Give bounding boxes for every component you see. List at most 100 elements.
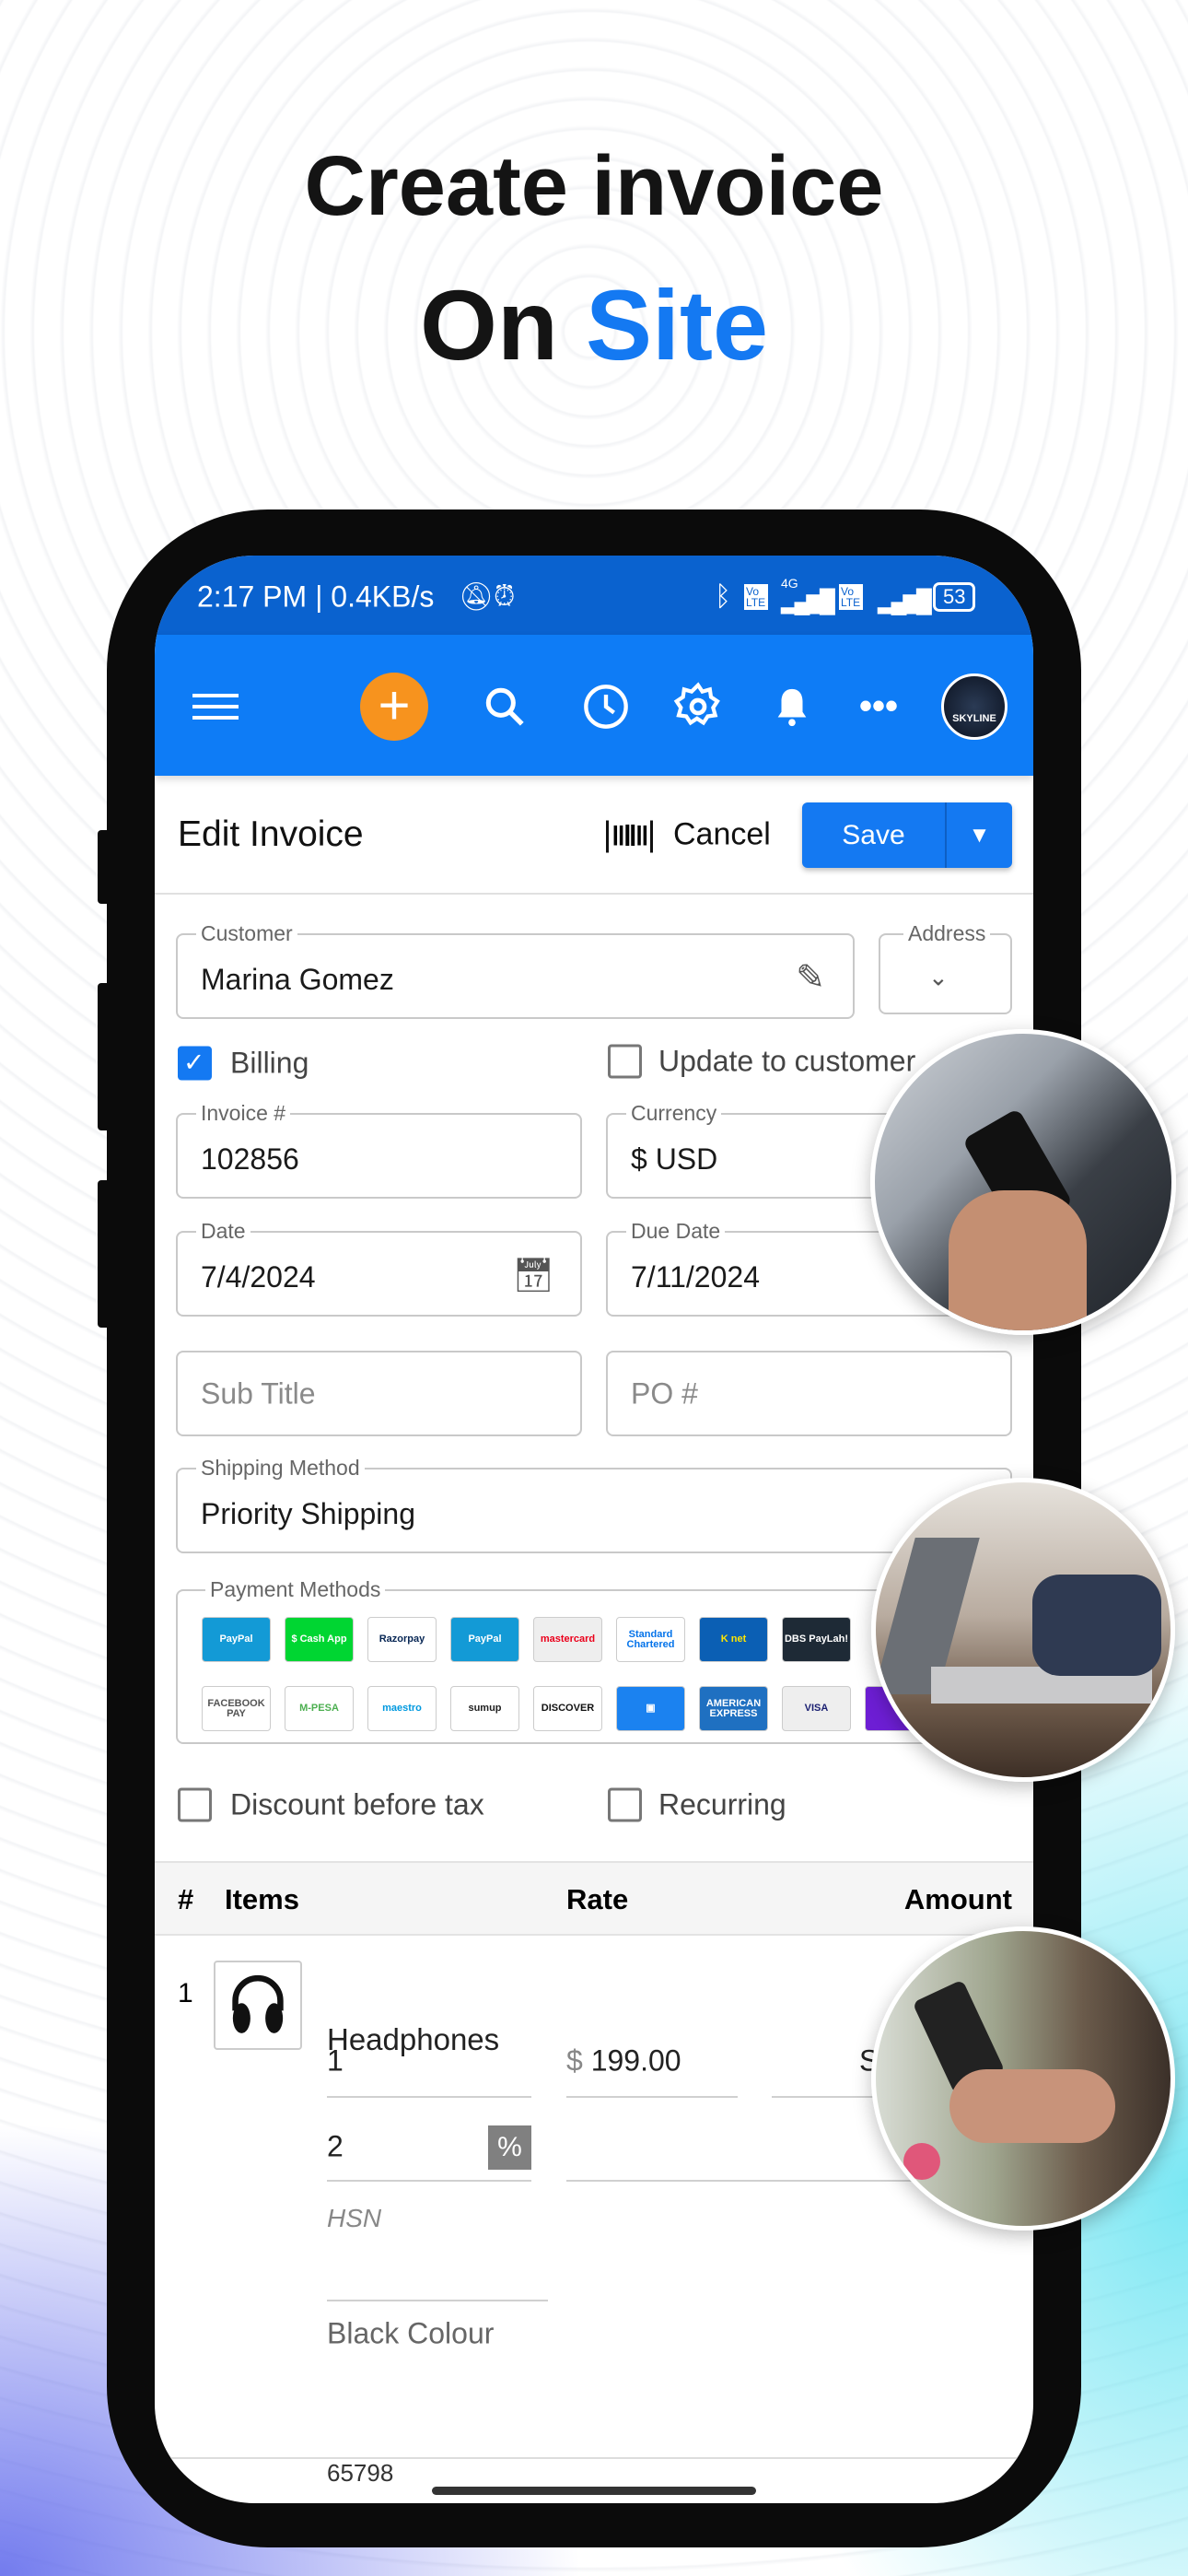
field-label: Shipping Method bbox=[196, 1456, 365, 1481]
bell-icon[interactable] bbox=[771, 683, 813, 731]
field-value: 102856 bbox=[201, 1142, 299, 1176]
field-label: Date bbox=[196, 1219, 250, 1244]
search-icon[interactable] bbox=[482, 684, 528, 730]
headline-site: Site bbox=[585, 269, 769, 381]
billing-checkbox[interactable]: ✓ bbox=[178, 1046, 212, 1081]
app-bar: + ••• SKYLINE bbox=[155, 635, 1033, 776]
items-table-header: # Items Rate Amount bbox=[155, 1861, 1033, 1936]
payment-method-logo[interactable]: Razorpay bbox=[367, 1617, 437, 1662]
signal-icon: ▂▄▆█ bbox=[878, 589, 932, 615]
payment-method-logo[interactable]: DISCOVER bbox=[533, 1686, 602, 1731]
address-field[interactable]: Address ⌄ bbox=[879, 921, 1012, 1014]
column-header: # bbox=[178, 1883, 194, 1915]
headline-subtitle: On Site bbox=[0, 267, 1188, 382]
field-value: 7/11/2024 bbox=[631, 1259, 760, 1294]
flower-in-photo bbox=[903, 2143, 940, 2180]
menu-icon[interactable] bbox=[192, 686, 239, 727]
payment-method-logo[interactable]: M-PESA bbox=[285, 1686, 354, 1731]
payment-method-logo[interactable]: FACEBOOK PAY bbox=[202, 1686, 271, 1731]
po-number-field[interactable]: PO # bbox=[606, 1351, 1012, 1436]
barcode-icon[interactable]: ‖Ⅱ‖ bbox=[606, 820, 653, 853]
payment-method-logo[interactable]: mastercard bbox=[533, 1617, 602, 1662]
rate-input[interactable]: $ 199.00 bbox=[566, 2044, 681, 2078]
headphones-icon bbox=[232, 1974, 284, 2033]
payment-method-logo[interactable]: PayPal bbox=[202, 1617, 271, 1662]
field-value: 7/4/2024 bbox=[201, 1259, 316, 1294]
divider bbox=[155, 2457, 1033, 2459]
photo-person-with-phone-flowers bbox=[871, 1926, 1175, 2231]
field-placeholder: Sub Title bbox=[201, 1376, 316, 1410]
payment-method-logo[interactable]: maestro bbox=[367, 1686, 437, 1731]
bluetooth-icon: ᛒ bbox=[715, 581, 731, 612]
discount-before-tax-checkbox[interactable] bbox=[178, 1787, 212, 1822]
underline bbox=[566, 2096, 738, 2098]
payment-method-logo[interactable]: PayPal bbox=[450, 1617, 519, 1662]
quantity-input[interactable]: 1 bbox=[327, 2044, 344, 2078]
photo-person-using-laptop bbox=[871, 1478, 1175, 1782]
payment-method-logo[interactable]: AMERICAN EXPRESS bbox=[699, 1686, 768, 1731]
divider bbox=[155, 893, 1033, 895]
recurring-label: Recurring bbox=[658, 1787, 786, 1821]
shipping-method-field[interactable]: Shipping Method Priority Shipping bbox=[176, 1456, 1012, 1553]
payment-method-logo[interactable]: Standard Chartered bbox=[616, 1617, 685, 1662]
field-label: Currency bbox=[626, 1101, 722, 1126]
payment-method-logo[interactable]: VISA bbox=[782, 1686, 851, 1731]
item-description[interactable]: Black Colour bbox=[327, 2317, 494, 2351]
add-icon[interactable]: + bbox=[360, 673, 428, 741]
field-label: Due Date bbox=[626, 1219, 726, 1244]
item-name[interactable]: Headphones bbox=[327, 2022, 499, 2057]
column-header: Items bbox=[225, 1883, 299, 1915]
currency-symbol: $ bbox=[566, 2043, 583, 2078]
discount-input[interactable]: 2 bbox=[327, 2130, 344, 2164]
discount-unit-toggle[interactable]: % bbox=[488, 2125, 531, 2170]
cancel-button[interactable]: Cancel bbox=[673, 817, 771, 853]
underline bbox=[327, 2300, 548, 2301]
update-customer-checkbox[interactable] bbox=[608, 1044, 642, 1079]
item-image[interactable] bbox=[214, 1961, 302, 2050]
field-value: $ USD bbox=[631, 1142, 718, 1176]
chevron-down-icon: ⌄ bbox=[928, 963, 949, 991]
page-title: Edit Invoice bbox=[178, 814, 364, 854]
more-icon[interactable]: ••• bbox=[859, 686, 898, 728]
recurring-checkbox[interactable] bbox=[608, 1787, 642, 1822]
payment-method-logo[interactable]: K net bbox=[699, 1617, 768, 1662]
field-placeholder: PO # bbox=[631, 1376, 698, 1410]
settings-icon[interactable] bbox=[672, 681, 724, 732]
customer-field[interactable]: Customer Marina Gomez ✎ bbox=[176, 921, 855, 1019]
arm-in-photo bbox=[1032, 1575, 1161, 1676]
payment-method-logo[interactable]: $ Cash App bbox=[285, 1617, 354, 1662]
field-label: Customer bbox=[196, 921, 297, 946]
payment-method-logo[interactable]: sumup bbox=[450, 1686, 519, 1731]
sub-title-field[interactable]: Sub Title bbox=[176, 1351, 582, 1436]
hsn-input[interactable]: HSN bbox=[327, 2204, 381, 2233]
billing-label: Billing bbox=[230, 1046, 309, 1080]
status-bar: 2:17 PM | 0.4KB/s 🔕︎ ⏰︎ ᛒ Vo LTE 4G ▂▄▆█… bbox=[155, 556, 1033, 635]
signal-icon: ▂▄▆█ bbox=[781, 589, 835, 615]
hand-in-photo bbox=[949, 1190, 1087, 1330]
field-label: Invoice # bbox=[196, 1101, 291, 1126]
underline bbox=[327, 2096, 531, 2098]
row-index: 1 bbox=[178, 1978, 193, 2008]
battery-icon: 53 bbox=[933, 582, 976, 612]
mute-icon: 🔕︎ bbox=[459, 581, 495, 613]
save-options-dropdown[interactable]: ▼ bbox=[947, 802, 1012, 868]
field-label: Address bbox=[903, 921, 991, 946]
volte-icon: Vo LTE bbox=[744, 584, 768, 610]
update-customer-label: Update to customer bbox=[658, 1044, 916, 1078]
home-indicator[interactable] bbox=[432, 2487, 756, 2495]
date-field[interactable]: Date 7/4/2024 📅︎ bbox=[176, 1219, 582, 1317]
save-button-group: Save ▼ bbox=[802, 802, 1012, 868]
save-button[interactable]: Save bbox=[802, 802, 945, 868]
phone-screen: 2:17 PM | 0.4KB/s 🔕︎ ⏰︎ ᛒ Vo LTE 4G ▂▄▆█… bbox=[155, 556, 1033, 2503]
invoice-number-field[interactable]: Invoice # 102856 bbox=[176, 1101, 582, 1199]
edit-icon[interactable]: ✎ bbox=[796, 957, 825, 999]
history-icon[interactable] bbox=[582, 683, 630, 731]
calendar-icon[interactable]: 📅︎ bbox=[512, 1256, 554, 1294]
field-value: Marina Gomez bbox=[201, 962, 394, 996]
payment-method-logo[interactable]: DBS PayLah! bbox=[782, 1617, 851, 1662]
next-row-value: 65798 bbox=[327, 2459, 394, 2487]
field-value: Priority Shipping bbox=[201, 1496, 415, 1530]
rate-value: 199.00 bbox=[590, 2043, 681, 2078]
avatar[interactable]: SKYLINE bbox=[941, 673, 1007, 740]
payment-method-logo[interactable]: ▣ bbox=[616, 1686, 685, 1731]
